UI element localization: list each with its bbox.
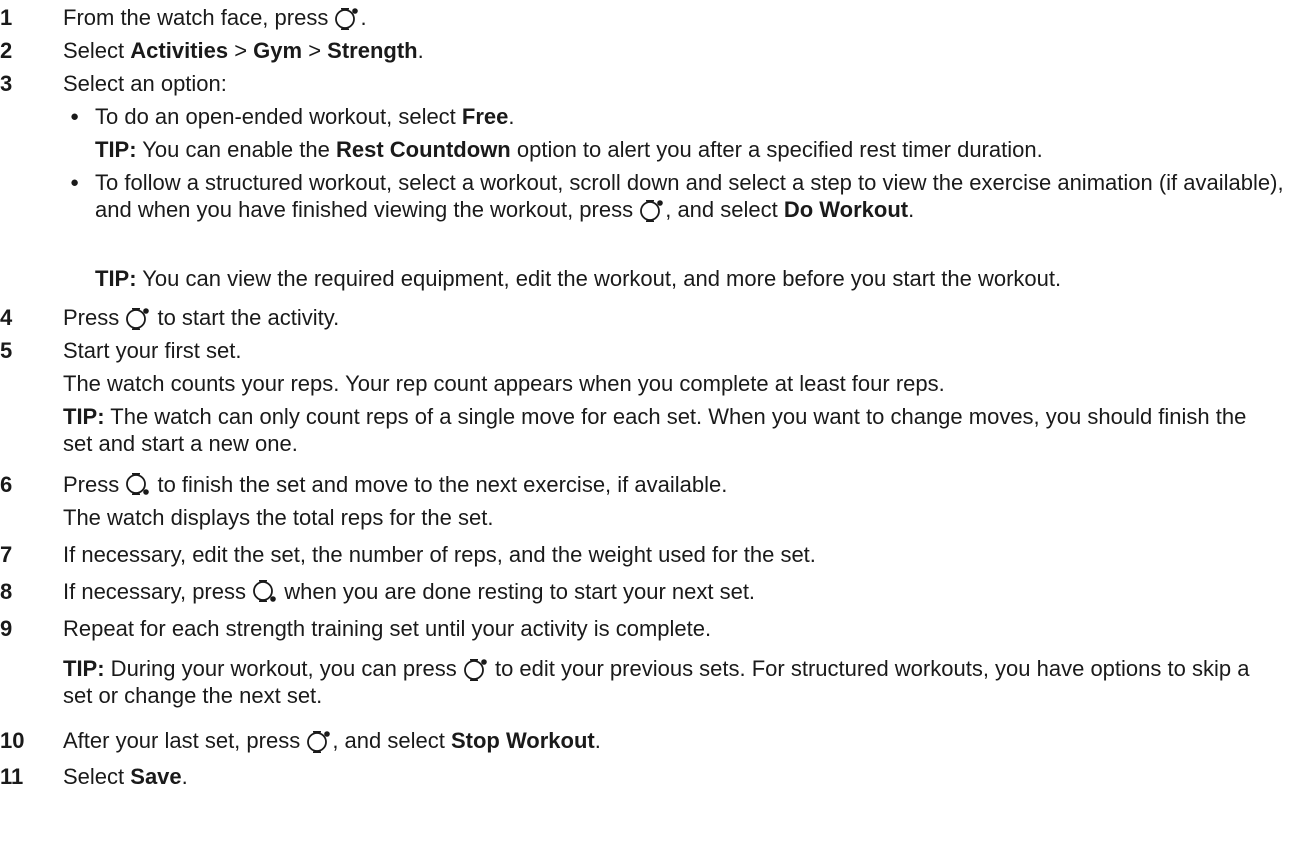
watch-top-button-icon <box>307 728 331 754</box>
watch-bottom-button-icon <box>126 472 150 498</box>
step-number: 2 <box>0 38 13 63</box>
step-number: 4 <box>0 305 13 330</box>
watch-top-button-icon <box>126 305 150 331</box>
bullet-icon: ● <box>70 174 80 191</box>
step-number: 5 <box>0 338 13 363</box>
watch-top-button-icon <box>463 656 488 682</box>
watch-top-button-icon <box>640 197 664 223</box>
watch-top-button-icon <box>335 5 359 31</box>
step-number: 8 <box>0 579 13 604</box>
step-number: 6 <box>0 472 13 497</box>
step-number: 11 <box>0 764 24 789</box>
step-number: 7 <box>0 542 13 567</box>
step-number: 3 <box>0 71 13 96</box>
step-number: 10 <box>0 728 25 753</box>
watch-bottom-button-icon <box>253 579 277 605</box>
bullet-icon: ● <box>70 108 80 125</box>
step-number: 1 <box>0 5 13 30</box>
step-number: 9 <box>0 616 13 641</box>
